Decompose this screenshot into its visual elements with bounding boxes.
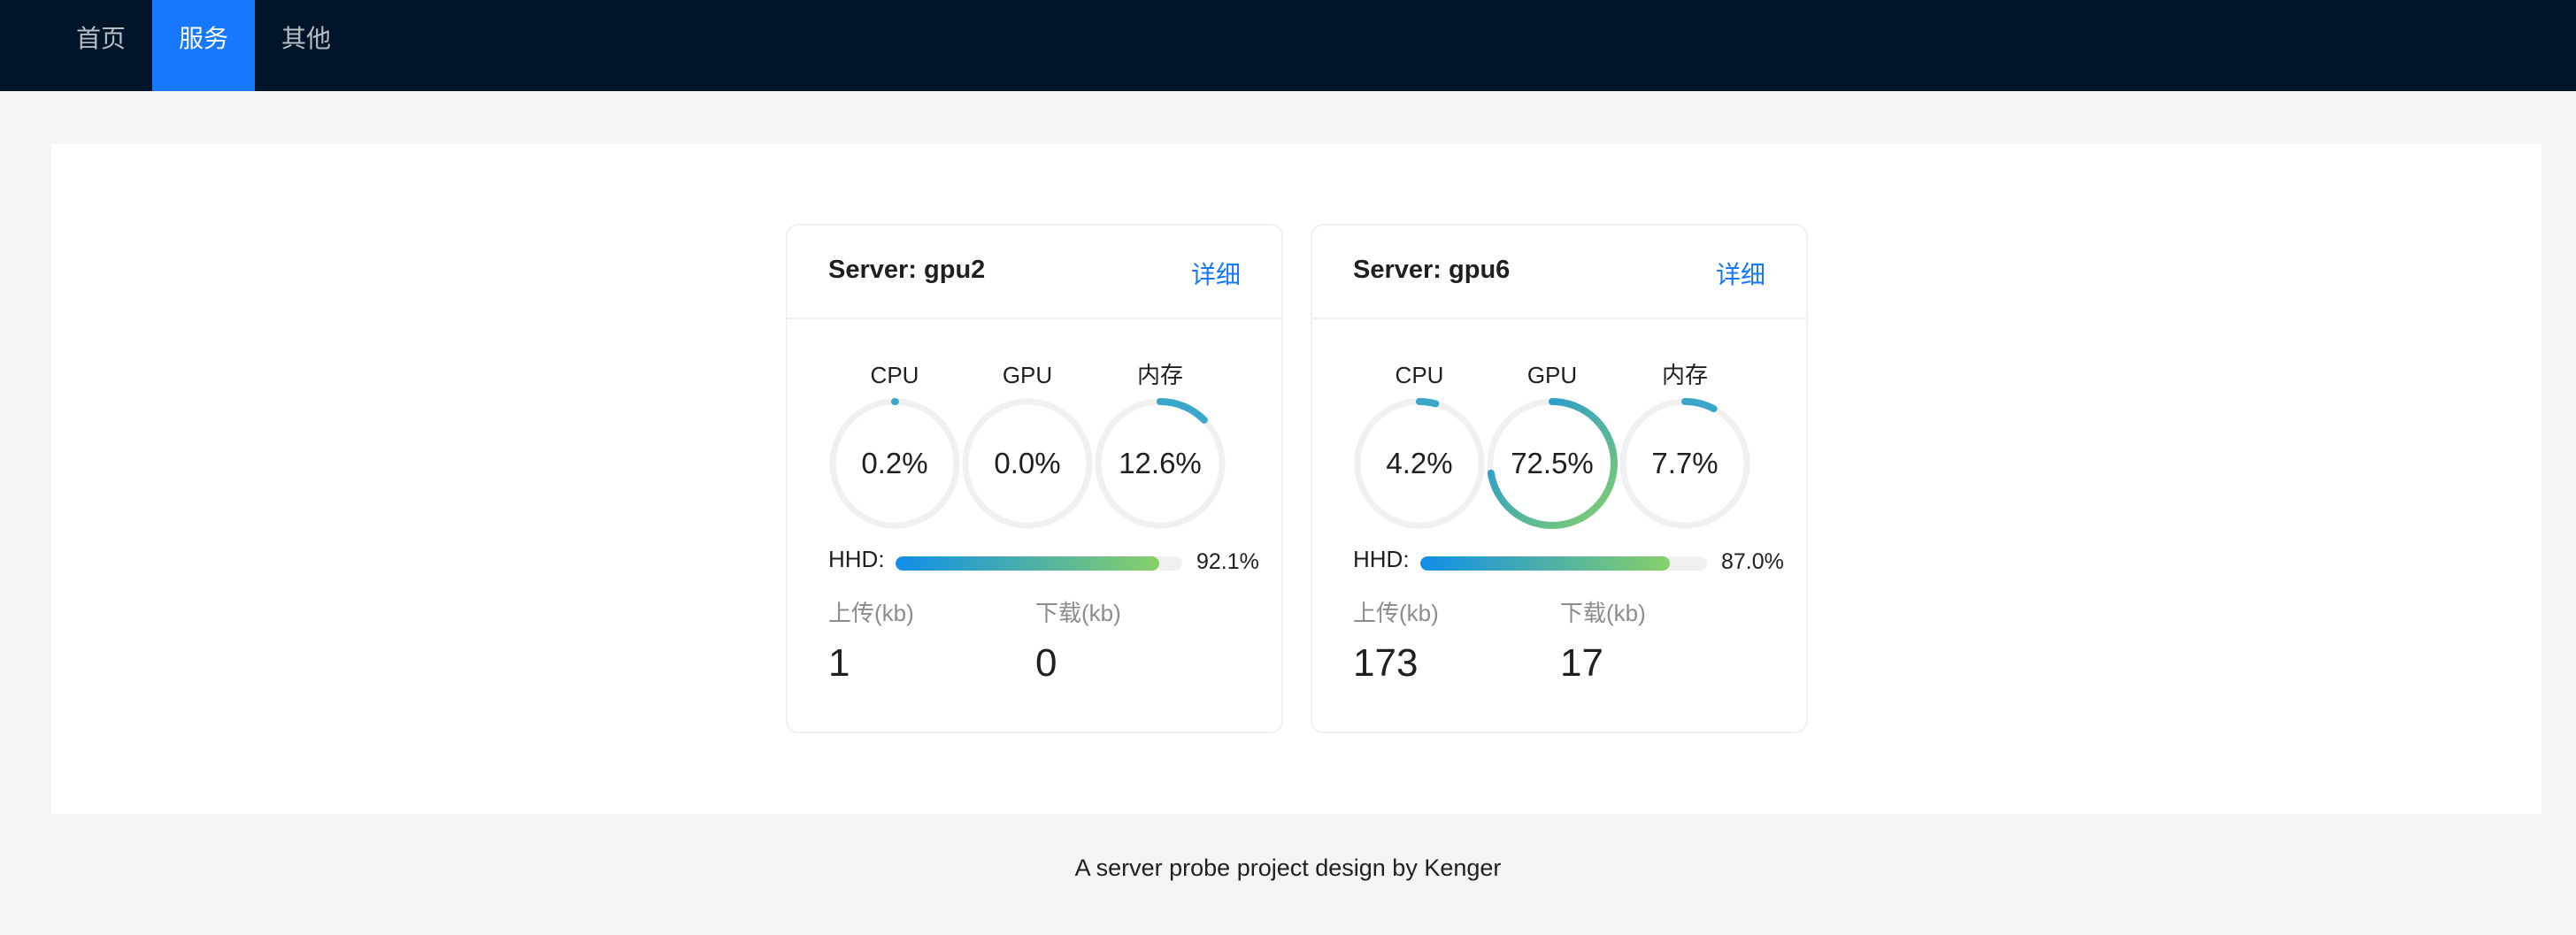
footer-text: A server probe project design by Kenger [1074, 855, 1502, 881]
gauge-label: 内存 [1136, 362, 1183, 388]
nav-item-services[interactable]: 服务 [152, 0, 256, 91]
gauge-value: 72.5% [1511, 447, 1594, 479]
top-navigation-bar: 首页 服务 其他 [0, 0, 2576, 91]
gauge-value: 12.6% [1119, 447, 1202, 479]
download-value: 17 [1560, 641, 1603, 685]
gauge-value: 7.7% [1651, 447, 1719, 479]
hhd-percent: 87.0% [1721, 549, 1784, 574]
download-value: 0 [1035, 641, 1057, 685]
hhd-percent: 92.1% [1196, 549, 1259, 574]
card-header: Server: gpu6 详细 [1312, 226, 1806, 319]
upload-value: 1 [828, 641, 850, 685]
detail-link[interactable]: 详细 [1716, 256, 1765, 291]
nav-item-other[interactable]: 其他 [255, 0, 358, 91]
server-title: Server: gpu2 [828, 256, 986, 284]
memory-gauge: 内存 12.6% [1094, 360, 1226, 529]
main-nav: 首页 服务 其他 [50, 0, 358, 91]
detail-link[interactable]: 详细 [1191, 256, 1241, 291]
hhd-progress-bar [896, 556, 1182, 571]
hhd-label: HHD: [828, 546, 885, 572]
download-label: 下载(kb) [1035, 600, 1121, 626]
upload-label: 上传(kb) [828, 600, 914, 626]
hhd-progress-fill [1420, 556, 1670, 571]
gauge-label: 内存 [1661, 362, 1708, 388]
gauge-label: CPU [870, 362, 919, 388]
upload-value: 173 [1353, 641, 1419, 685]
card-header: Server: gpu2 详细 [788, 226, 1281, 319]
gauge-value: 0.0% [994, 447, 1061, 479]
gpu-gauge: GPU 0.0% [961, 360, 1094, 529]
nav-item-home[interactable]: 首页 [50, 0, 152, 91]
gauge-value: 0.2% [861, 447, 928, 479]
gauge-value: 4.2% [1386, 447, 1453, 479]
server-card-gpu6: Server: gpu6 详细 CPU 4.2% GPU 72.5% 内存 7.… [1311, 224, 1808, 733]
upload-label: 上传(kb) [1353, 600, 1439, 626]
gauge-label: CPU [1395, 362, 1444, 388]
memory-gauge: 内存 7.7% [1619, 360, 1751, 529]
gauge-label: GPU [1526, 362, 1578, 388]
hhd-label: HHD: [1353, 546, 1410, 572]
main-content: Server: gpu2 详细 CPU 0.2% GPU 0.0% 内存 12.… [51, 144, 2541, 814]
cpu-gauge: CPU 4.2% [1353, 360, 1486, 529]
gpu-gauge: GPU 72.5% [1486, 360, 1619, 529]
hhd-progress-fill [896, 556, 1160, 571]
hhd-progress-bar [1420, 556, 1707, 571]
download-label: 下载(kb) [1560, 600, 1646, 626]
server-title: Server: gpu6 [1353, 256, 1511, 284]
gauge-label: GPU [1002, 362, 1053, 388]
cpu-gauge: CPU 0.2% [828, 360, 961, 529]
server-card-gpu2: Server: gpu2 详细 CPU 0.2% GPU 0.0% 内存 12.… [786, 224, 1283, 733]
